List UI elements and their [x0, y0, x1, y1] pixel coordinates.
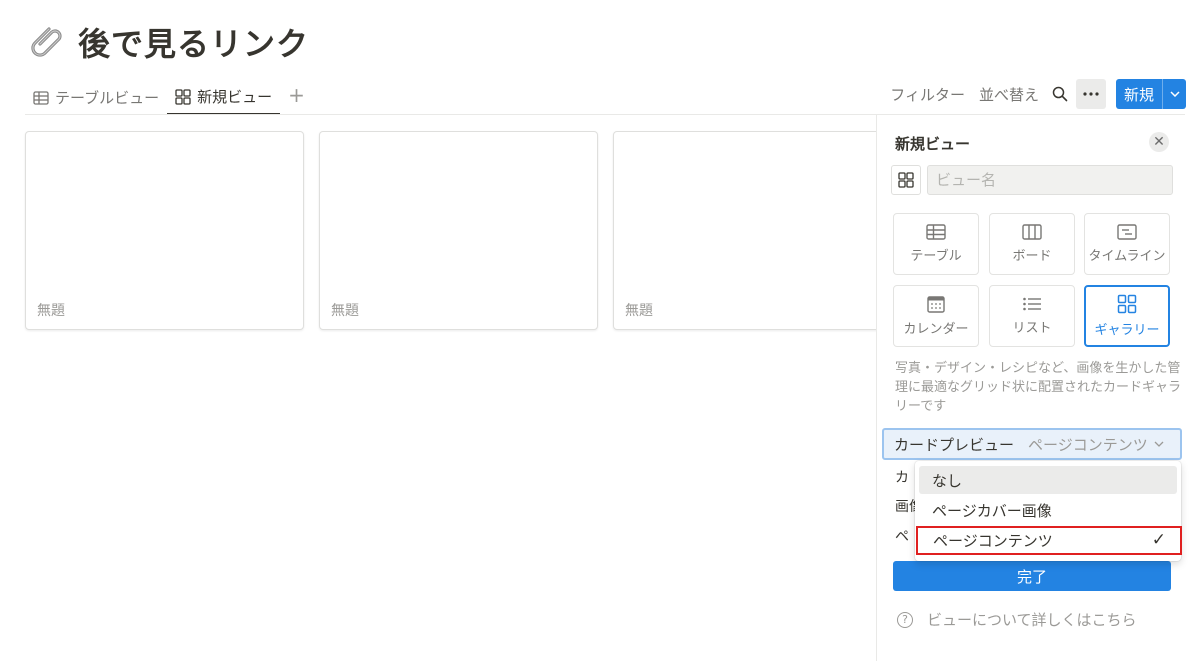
option-label: ページカバー画像 — [932, 501, 1052, 520]
card-title: 無題 — [625, 303, 653, 319]
ellipsis-icon — [1083, 92, 1099, 96]
panel-title: 新規ビュー — [895, 135, 971, 153]
view-settings-panel: 新規ビュー ✕ テーブル ボード — [876, 115, 1200, 661]
view-type-label: ギャラリー — [1094, 323, 1160, 338]
search-icon — [1052, 86, 1068, 102]
search-button[interactable] — [1046, 80, 1074, 108]
view-type-label: カレンダー — [903, 322, 969, 337]
page-open-row[interactable]: ペ — [895, 526, 909, 546]
card-preview-label: カードプレビュー — [894, 435, 1015, 454]
view-type-table[interactable]: テーブル — [893, 213, 979, 275]
dropdown-option-none[interactable]: なし — [919, 466, 1177, 494]
close-icon: ✕ — [1153, 134, 1165, 150]
new-button-group: 新規 — [1115, 79, 1186, 109]
tab-label: 新規ビュー — [197, 88, 273, 106]
gallery-icon — [898, 172, 914, 188]
tab-table-view[interactable]: テーブルビュー — [25, 80, 167, 115]
new-dropdown-button[interactable] — [1162, 79, 1186, 109]
question-icon: ? — [897, 611, 913, 628]
view-tabs: テーブルビュー 新規ビュー + — [25, 80, 313, 115]
toolbar: フィルター 並べ替え 新規 — [883, 79, 1186, 109]
timeline-icon — [1117, 224, 1137, 240]
tab-label: テーブルビュー — [55, 89, 160, 107]
card-size-row[interactable]: カ — [895, 467, 909, 487]
plus-icon: + — [288, 83, 305, 107]
gallery-card[interactable]: 無題 — [613, 131, 892, 330]
view-type-label: テーブル — [910, 249, 962, 264]
filter-button[interactable]: フィルター — [883, 84, 972, 105]
gallery-icon — [175, 88, 191, 105]
more-options-button[interactable] — [1075, 79, 1106, 109]
card-preview-value: ページコンテンツ — [1028, 435, 1148, 454]
chevron-down-icon — [1154, 441, 1164, 447]
view-type-calendar[interactable]: カレンダー — [893, 285, 979, 347]
list-icon — [1023, 297, 1041, 311]
view-name-input[interactable] — [927, 165, 1173, 195]
card-title: 無題 — [331, 303, 359, 319]
calendar-icon — [927, 296, 945, 313]
done-button[interactable]: 完了 — [893, 561, 1171, 591]
chevron-down-icon — [1169, 91, 1180, 97]
page-title[interactable]: 後で見るリンク — [78, 19, 309, 65]
view-type-label: ボード — [1012, 249, 1052, 264]
help-text: ビューについて詳しくはこちら — [927, 611, 1137, 629]
table-icon — [926, 224, 946, 240]
view-type-gallery[interactable]: ギャラリー — [1084, 285, 1170, 347]
close-button[interactable]: ✕ — [1149, 132, 1169, 152]
option-label: ページコンテンツ — [933, 532, 1053, 550]
page-header: 後で見るリンク — [28, 20, 309, 64]
view-type-description: 写真・デザイン・レシピなど、画像を生かした管理に最適なグリッド状に配置されたカー… — [895, 361, 1182, 414]
card-title: 無題 — [37, 303, 65, 319]
gallery-card[interactable]: 無題 — [319, 131, 598, 330]
checkmark-icon: ✓ — [1151, 530, 1166, 550]
table-icon — [33, 90, 49, 105]
sort-button[interactable]: 並べ替え — [972, 84, 1046, 105]
view-type-label: タイムライン — [1088, 249, 1166, 264]
dropdown-option-page-cover[interactable]: ページカバー画像 — [919, 496, 1177, 524]
card-preview-dropdown: なし ページカバー画像 ページコンテンツ ✓ — [915, 461, 1182, 561]
gallery-card[interactable]: 無題 — [25, 131, 304, 330]
view-icon-button[interactable] — [891, 165, 921, 195]
card-preview-select[interactable]: カードプレビュー ページコンテンツ — [882, 428, 1182, 460]
option-label: なし — [932, 471, 963, 490]
help-link[interactable]: ? ビューについて詳しくはこちら — [897, 609, 1137, 630]
view-type-list[interactable]: リスト — [989, 285, 1075, 347]
board-icon — [1022, 224, 1042, 240]
dropdown-option-page-content[interactable]: ページコンテンツ ✓ — [916, 526, 1182, 555]
view-type-board[interactable]: ボード — [989, 213, 1075, 275]
view-type-label: リスト — [1012, 321, 1052, 336]
view-type-timeline[interactable]: タイムライン — [1084, 213, 1170, 275]
add-view-button[interactable]: + — [280, 80, 313, 110]
new-button[interactable]: 新規 — [1116, 79, 1162, 109]
paperclip-icon[interactable] — [28, 22, 68, 62]
gallery-icon — [1117, 294, 1137, 314]
tab-new-view[interactable]: 新規ビュー — [167, 80, 281, 115]
